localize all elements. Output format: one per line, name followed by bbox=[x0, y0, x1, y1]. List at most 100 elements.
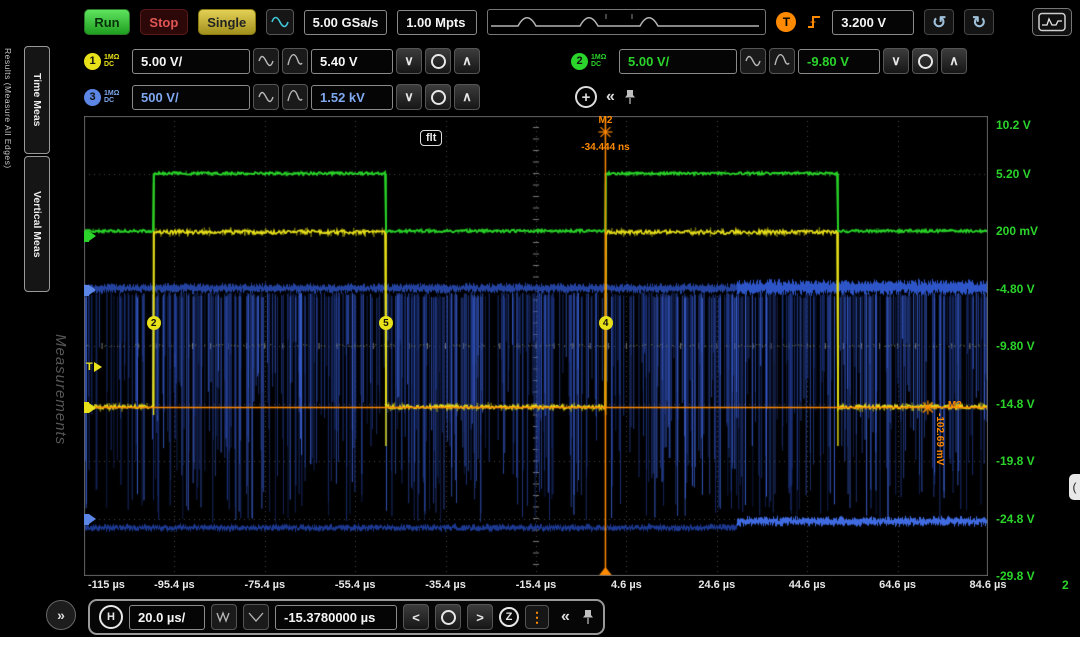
channel-2-fine-scale-button[interactable] bbox=[740, 48, 766, 74]
display-settings-button[interactable] bbox=[1032, 8, 1072, 36]
expand-panel-button[interactable]: » bbox=[46, 600, 76, 630]
edge-marker-4[interactable]: 4 bbox=[599, 316, 613, 330]
time-label-9: 64.6 µs bbox=[879, 579, 916, 591]
channel-3-ground-marker[interactable] bbox=[84, 285, 96, 296]
channel-1-coarse-scale-button[interactable] bbox=[282, 48, 308, 74]
pin-icon bbox=[624, 89, 636, 105]
delay-left-button[interactable]: < bbox=[403, 604, 429, 630]
delay-zero-button[interactable] bbox=[435, 604, 461, 630]
time-label-10: 84.6 µs bbox=[970, 579, 1007, 591]
channel-1-offset-field[interactable]: 5.40 V bbox=[311, 49, 393, 74]
horizontal-toolbar: H 20.0 µs/ -15.3780000 µs < > Z ⋮ « bbox=[88, 599, 605, 635]
time-label-3: -55.4 µs bbox=[335, 579, 376, 591]
trigger-marker-label: T bbox=[86, 361, 93, 373]
channel-1-offset-zero-button[interactable] bbox=[425, 48, 451, 74]
channel-2-offset-up-button[interactable]: ∧ bbox=[941, 48, 967, 74]
scope-display[interactable]: flt M2 -34.444 ns T M2 -102.69 mV 254 bbox=[84, 116, 988, 576]
wide-waveform-icon bbox=[248, 610, 264, 624]
waveform-preview-icon bbox=[488, 10, 762, 34]
channel-2-ground-marker[interactable] bbox=[84, 231, 96, 242]
channel-bar-row-1: 1 1MΩDC 5.00 V/ 5.40 V ∨ ∧ 2 1MΩDC 5.00 … bbox=[84, 44, 967, 78]
channel-3-offset-up-button[interactable]: ∧ bbox=[454, 84, 480, 110]
voltage-label-3: -4.80 V bbox=[996, 282, 1035, 296]
delay-field[interactable]: -15.3780000 µs bbox=[275, 605, 397, 630]
channel-2-badge[interactable]: 2 bbox=[571, 53, 588, 70]
sine-small-icon bbox=[745, 54, 761, 68]
channel-3-offset-down-button[interactable]: ∨ bbox=[396, 84, 422, 110]
axis-channel-indicator: 2 bbox=[1062, 578, 1069, 592]
sine-small-icon bbox=[258, 54, 274, 68]
channel-3-coarse-scale-button[interactable] bbox=[282, 84, 308, 110]
channel-3-offset-field[interactable]: 1.52 kV bbox=[311, 85, 393, 110]
m2-right-name: M2 bbox=[948, 400, 962, 411]
time-label-8: 44.6 µs bbox=[789, 579, 826, 591]
add-channel-button[interactable]: + bbox=[575, 86, 597, 108]
timebase-zoom-out-button[interactable] bbox=[243, 604, 269, 630]
time-label-0: -115 µs bbox=[88, 579, 125, 591]
left-sidebar: Results (Measure All Edges) Time Meas Ve… bbox=[0, 44, 84, 637]
pin-button[interactable] bbox=[624, 89, 636, 105]
channel-3-scale-field[interactable]: 500 V/ bbox=[132, 85, 250, 110]
memory-depth-field: 1.00 Mpts bbox=[397, 10, 477, 35]
pin-button[interactable] bbox=[582, 609, 594, 625]
channel-3-fine-scale-button[interactable] bbox=[253, 84, 279, 110]
triangle-right-icon bbox=[94, 362, 102, 372]
channel-3-offset-zero-button[interactable] bbox=[425, 84, 451, 110]
horizontal-badge[interactable]: H bbox=[99, 605, 123, 629]
channel-1-scale-field[interactable]: 5.00 V/ bbox=[132, 49, 250, 74]
circle-icon bbox=[431, 54, 446, 69]
time-label-7: 24.6 µs bbox=[698, 579, 735, 591]
trigger-level-field[interactable]: 3.200 V bbox=[832, 10, 914, 35]
trigger-edge-icon[interactable] bbox=[806, 13, 822, 31]
channel-1-offset-down-button[interactable]: ∨ bbox=[396, 48, 422, 74]
screen-margin bbox=[0, 637, 1080, 645]
acquisition-preview[interactable] bbox=[487, 9, 766, 35]
waveform-canvas[interactable] bbox=[84, 116, 988, 576]
single-button[interactable]: Single bbox=[198, 9, 256, 35]
channel-3-ground-marker[interactable] bbox=[84, 514, 96, 525]
side-panel-handle[interactable]: ( bbox=[1069, 474, 1080, 500]
channel-1-offset-up-button[interactable]: ∧ bbox=[454, 48, 480, 74]
channel-2-coarse-scale-button[interactable] bbox=[769, 48, 795, 74]
collapse-controls-button[interactable]: « bbox=[606, 88, 615, 106]
delay-right-button[interactable]: > bbox=[467, 604, 493, 630]
sine-icon bbox=[271, 14, 289, 30]
stop-button[interactable]: Stop bbox=[140, 9, 188, 35]
edge-marker-2[interactable]: 2 bbox=[147, 316, 161, 330]
pin-icon bbox=[582, 609, 594, 625]
redo-button[interactable]: ↻ bbox=[964, 9, 994, 35]
circle-icon bbox=[918, 54, 933, 69]
voltage-label-7: -24.8 V bbox=[996, 512, 1035, 526]
results-panel-label: Results (Measure All Edges) bbox=[3, 48, 13, 278]
undo-button[interactable]: ↺ bbox=[924, 9, 954, 35]
channel-2-offset-field[interactable]: -9.80 V bbox=[798, 49, 880, 74]
top-toolbar: Run Stop Single 5.00 GSa/s 1.00 Mpts T 3… bbox=[84, 6, 1072, 38]
time-label-4: -35.4 µs bbox=[425, 579, 466, 591]
filter-badge: flt bbox=[420, 130, 442, 146]
more-options-button[interactable]: ⋮ bbox=[525, 605, 549, 629]
collapse-toolbar-button[interactable]: « bbox=[561, 608, 570, 626]
voltage-label-0: 10.2 V bbox=[996, 118, 1031, 132]
channel-1-fine-scale-button[interactable] bbox=[253, 48, 279, 74]
timebase-field[interactable]: 20.0 µs/ bbox=[129, 605, 205, 630]
edge-marker-5[interactable]: 5 bbox=[379, 316, 393, 330]
timebase-zoom-in-button[interactable] bbox=[211, 604, 237, 630]
tab-vertical-meas[interactable]: Vertical Meas bbox=[24, 156, 50, 292]
channel-1-coupling-label: 1MΩDC bbox=[104, 54, 129, 69]
time-label-2: -75.4 µs bbox=[245, 579, 286, 591]
channel-2-offset-zero-button[interactable] bbox=[912, 48, 938, 74]
channel-3-badge[interactable]: 3 bbox=[84, 89, 101, 106]
trigger-source-badge[interactable]: T bbox=[776, 12, 796, 32]
channel-2-offset-down-button[interactable]: ∨ bbox=[883, 48, 909, 74]
sine-small-icon bbox=[258, 90, 274, 104]
measurements-watermark: Measurements bbox=[52, 334, 69, 594]
zoom-button[interactable]: Z bbox=[499, 607, 519, 627]
channel-1-ground-marker[interactable] bbox=[84, 402, 96, 413]
run-button[interactable]: Run bbox=[84, 9, 130, 35]
trigger-level-marker[interactable]: T bbox=[86, 361, 102, 373]
tab-time-meas[interactable]: Time Meas bbox=[24, 46, 50, 154]
channel-2-scale-field[interactable]: 5.00 V/ bbox=[619, 49, 737, 74]
voltage-label-5: -14.8 V bbox=[996, 397, 1035, 411]
acquire-mode-button[interactable] bbox=[266, 9, 294, 35]
channel-1-badge[interactable]: 1 bbox=[84, 53, 101, 70]
